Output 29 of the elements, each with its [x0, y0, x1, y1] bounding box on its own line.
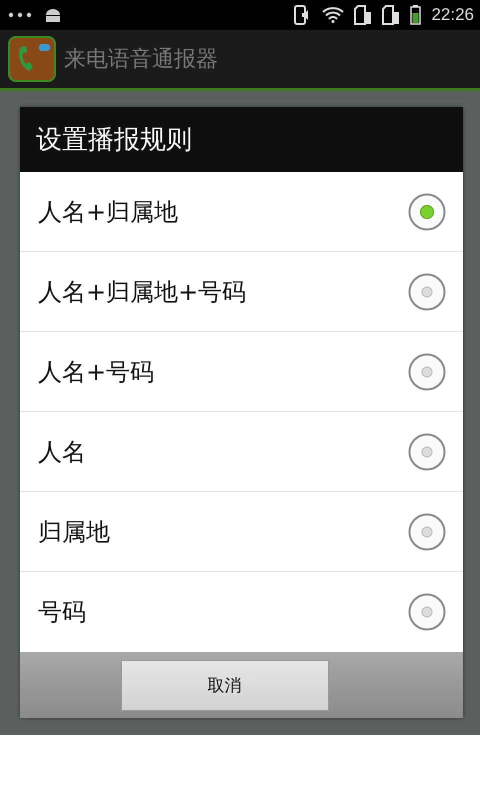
- android-icon: [44, 6, 62, 24]
- radio-button[interactable]: [408, 593, 446, 631]
- option-label: 人名: [38, 436, 86, 468]
- option-row[interactable]: 人名+归属地+号码: [20, 252, 463, 332]
- radio-button[interactable]: [408, 512, 446, 550]
- option-row[interactable]: 人名+号码: [20, 332, 463, 412]
- sim-card-icon: [354, 5, 372, 25]
- cancel-button[interactable]: 取消: [120, 660, 328, 710]
- dialog-title: 设置播报规则: [20, 107, 463, 172]
- app-title: 来电语音通报器: [64, 46, 218, 74]
- option-label: 归属地: [38, 516, 110, 548]
- sim-card-icon: [382, 5, 400, 25]
- radio-button[interactable]: [408, 432, 446, 470]
- wifi-icon: [322, 7, 344, 23]
- option-label: 号码: [38, 597, 86, 628]
- radio-button[interactable]: [408, 352, 446, 390]
- option-label: 人名+归属地+号码: [38, 276, 246, 308]
- option-label: 人名+归属地: [38, 196, 178, 228]
- clock-time: 22:26: [431, 5, 474, 25]
- radio-button[interactable]: [408, 272, 446, 310]
- option-row[interactable]: 人名: [20, 412, 463, 492]
- option-row[interactable]: 归属地: [20, 492, 463, 572]
- option-row[interactable]: 人名+归属地: [20, 172, 463, 252]
- battery-icon: [410, 5, 422, 25]
- option-label: 人名+号码: [38, 356, 154, 388]
- more-icon: [8, 12, 34, 18]
- app-logo-icon: [8, 36, 56, 82]
- radio-button[interactable]: [408, 192, 446, 230]
- option-row[interactable]: 号码: [20, 572, 463, 652]
